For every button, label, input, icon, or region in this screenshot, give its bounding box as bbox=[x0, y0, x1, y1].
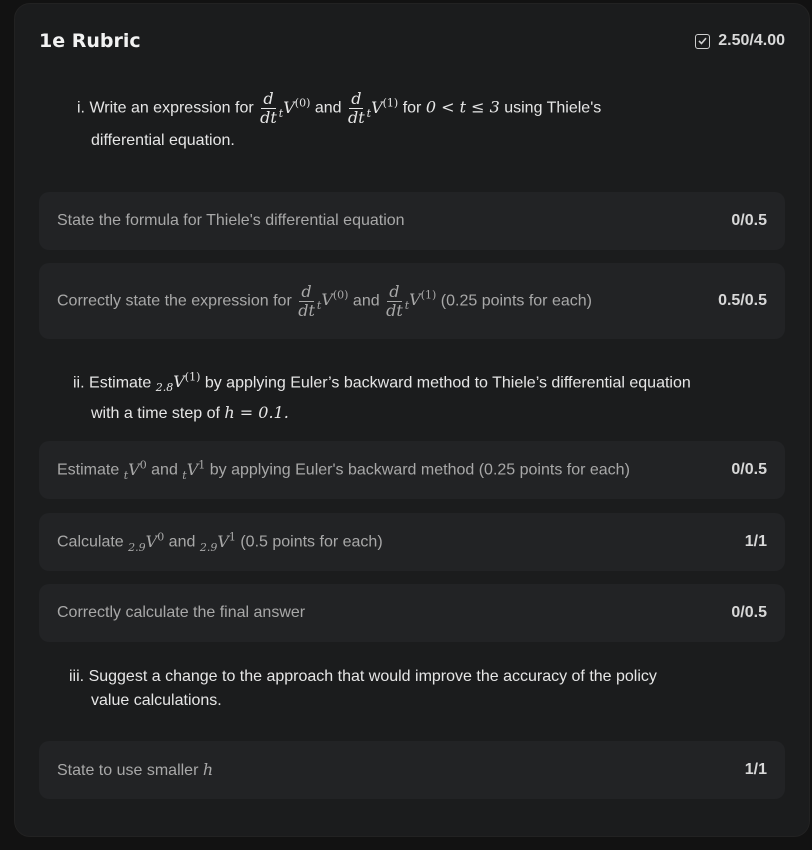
criterion-score: 0/0.5 bbox=[731, 212, 767, 229]
question-text: Write an expression for bbox=[89, 99, 254, 117]
question-text-line2: value calculations. bbox=[91, 692, 222, 709]
question-number: ii. bbox=[73, 374, 85, 392]
criterion-score: 0.5/0.5 bbox=[718, 292, 767, 309]
criterion-text: State to use smaller h bbox=[57, 760, 214, 779]
question-iii: iii. Suggest a change to the approach th… bbox=[69, 665, 749, 713]
criterion-score: 0/0.5 bbox=[731, 461, 767, 478]
question-number: i. bbox=[77, 99, 85, 117]
criterion-row: Correctly calculate the final answer 0/0… bbox=[39, 584, 785, 642]
rubric-title: 1e Rubric bbox=[39, 30, 141, 52]
derivative-fraction: d dt bbox=[347, 89, 365, 127]
criterion-row: Estimate tV0 and tV1 by applying Euler's… bbox=[39, 441, 785, 499]
total-score-value: 2.50/4.00 bbox=[718, 32, 785, 49]
criterion-text: State the formula for Thiele's different… bbox=[57, 212, 405, 229]
question-i: i. Write an expression for d dt tV(0) and … bbox=[77, 90, 729, 153]
question-text: Suggest a change to the approach that wo… bbox=[88, 668, 657, 685]
question-ii: ii. Estimate 2.8V(1) by applying Euler’s… bbox=[73, 371, 691, 422]
criterion-text: Calculate 2.9V0 and 2.9V1 (0.5 points fo… bbox=[57, 530, 383, 554]
total-score: 2.50/4.00 bbox=[695, 32, 785, 50]
time-step: h = 0.1. bbox=[224, 402, 289, 422]
criterion-text: Correctly calculate the final answer bbox=[57, 604, 306, 621]
derivative-fraction: d dt bbox=[260, 89, 277, 127]
question-text-line2: differential equation. bbox=[91, 132, 235, 149]
criterion-text: Estimate tV0 and tV1 by applying Euler's… bbox=[57, 458, 630, 482]
rubric-panel: 1e Rubric 2.50/4.00 i. Write an expressi… bbox=[14, 3, 810, 837]
question-text-and: and bbox=[314, 99, 342, 117]
question-text: using Thiele's bbox=[504, 99, 602, 117]
question-text: with a time step of bbox=[91, 404, 220, 422]
criterion-score: 0/0.5 bbox=[731, 604, 767, 621]
criterion-row: Calculate 2.9V0 and 2.9V1 (0.5 points fo… bbox=[39, 513, 785, 571]
question-number: iii. bbox=[69, 668, 85, 685]
criterion-text: Correctly state the expression for d dt tV… bbox=[57, 281, 592, 320]
question-text-for: for bbox=[402, 99, 422, 117]
time-range: 0 < t ≤ 3 bbox=[425, 97, 500, 117]
criterion-row: State the formula for Thiele's different… bbox=[39, 192, 785, 250]
question-text: by applying Euler’s backward method to T… bbox=[204, 374, 691, 392]
checkbox-check-icon bbox=[695, 33, 711, 49]
criterion-score: 1/1 bbox=[744, 761, 767, 778]
question-text: Estimate bbox=[89, 374, 152, 392]
criterion-score: 1/1 bbox=[744, 533, 767, 550]
criterion-row: Correctly state the expression for d dt tV… bbox=[39, 263, 785, 339]
criterion-row: State to use smaller h 1/1 bbox=[39, 741, 785, 799]
rubric-header: 1e Rubric 2.50/4.00 bbox=[39, 26, 785, 56]
